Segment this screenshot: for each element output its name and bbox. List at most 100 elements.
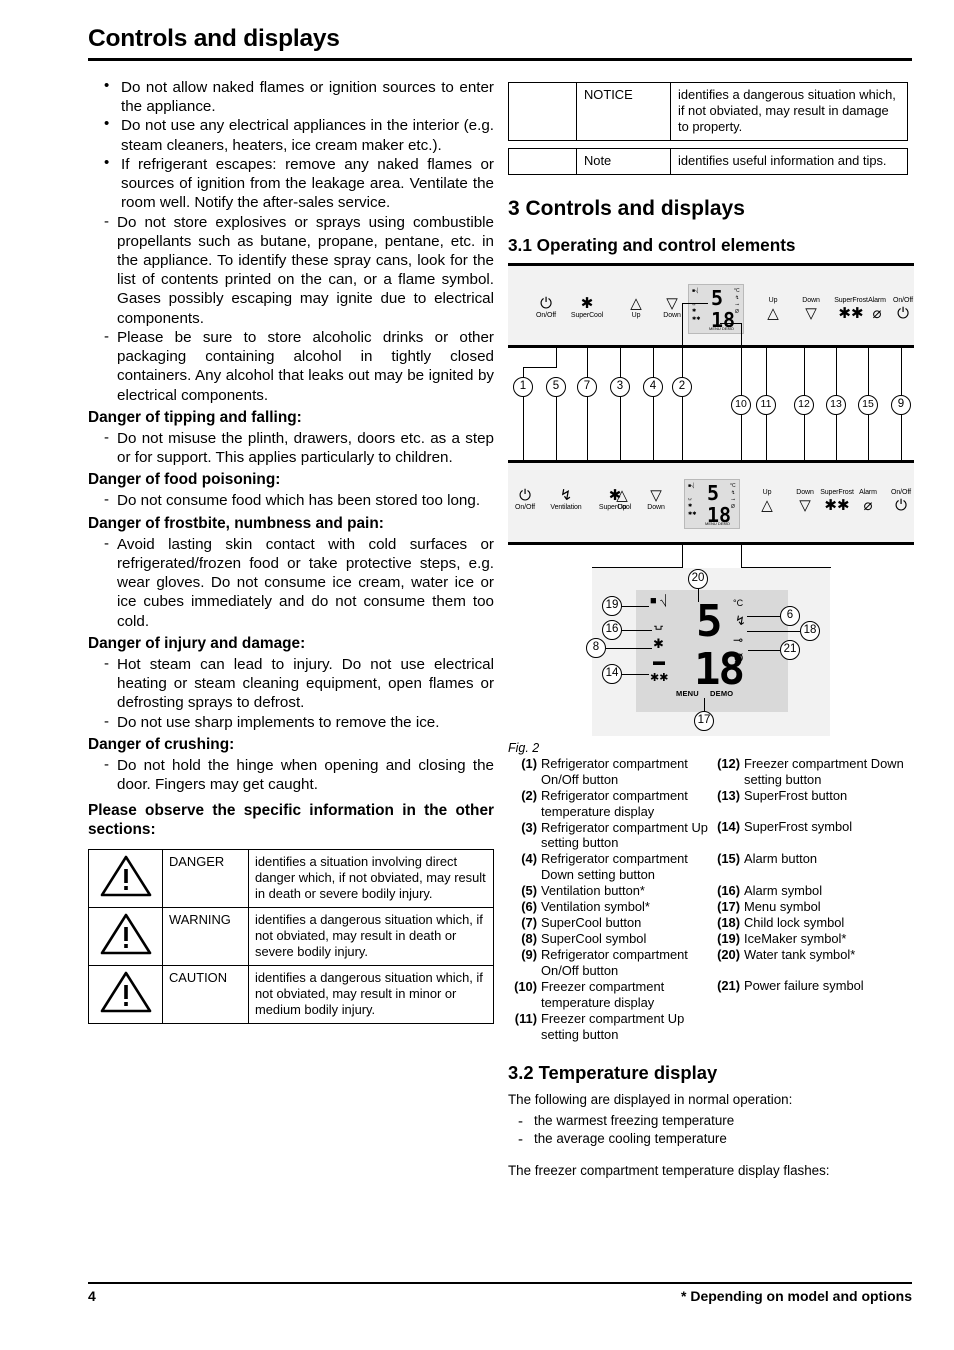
crushing-list: Do not hold the hinge when opening and c… — [88, 756, 494, 794]
legend-text: Refrigerator compartment temperature dis… — [541, 787, 688, 819]
legend-number: (11) — [514, 1010, 537, 1026]
control-panel-top: ⏻ On/Off ✱ SuperCool △ Up ▽ Down ■⎷ 5 °C… — [508, 262, 914, 348]
observe-heading: Please observe the specific information … — [88, 802, 494, 839]
legend-text: Menu symbol — [744, 898, 821, 914]
button-supercool-top[interactable]: ✱ SuperCool — [560, 296, 614, 320]
superfrost-icon: ✱✱ — [688, 510, 697, 517]
page-title: Controls and displays — [88, 25, 340, 52]
button-up-freezer-top[interactable]: Up △ — [758, 296, 788, 321]
power-icon: ⏻ — [895, 496, 907, 514]
manual-page: Controls and displays Do not allow naked… — [0, 0, 954, 1350]
legend-number: (14) — [717, 819, 740, 835]
callout-5: 5 — [546, 376, 566, 397]
legend-number: (21) — [717, 978, 740, 994]
up-triangle-icon: △ — [761, 496, 773, 514]
leader-line — [587, 396, 589, 460]
list-item: (10) Freezer compartment temperature dis… — [508, 979, 711, 1011]
legend-number: (8) — [521, 931, 537, 947]
list-item: (16) Alarm symbol — [711, 883, 914, 899]
button-up-freezer-bottom[interactable]: Up △ — [753, 488, 781, 513]
up-triangle-icon: △ — [767, 304, 779, 322]
leader-line — [748, 649, 780, 652]
right-column: NOTICE identifies a dangerous situation … — [508, 82, 914, 1183]
figure-control-panel: ⏻ On/Off ✱ SuperCool △ Up ▽ Down ■⎷ 5 °C… — [508, 262, 914, 738]
legend-number: (7) — [521, 915, 537, 931]
section-heading-frostbite: Danger of frostbite, numbness and pain: — [88, 514, 384, 532]
legend-text: Water tank symbol* — [744, 946, 856, 962]
s32-outro: The freezer compartment temperature disp… — [508, 1162, 830, 1178]
list-item: Do not hold the hinge when opening and c… — [88, 756, 494, 794]
leader-line — [620, 396, 622, 460]
legend-number: (1) — [521, 755, 537, 771]
legend-text: Freezer compartment Down setting button — [744, 755, 904, 787]
notice-description: identifies a dangerous situation which, … — [670, 82, 908, 141]
callout-1: 1 — [513, 376, 533, 397]
left-column: Do not allow naked flames or ignition so… — [88, 77, 494, 1024]
legend-number: (3) — [521, 819, 537, 835]
button-onoff-fridge-bottom[interactable]: ⏻ On/Off — [508, 488, 542, 512]
list-item: Do not use any electrical appliances in … — [88, 115, 494, 154]
note-icon-cell — [508, 147, 577, 175]
list-item: (8) SuperCool symbol — [508, 931, 711, 947]
control-label: SuperCool — [570, 311, 604, 319]
list-item: If refrigerant escapes: remove any naked… — [88, 154, 494, 213]
menu-demo-label: MENU DEMO — [709, 325, 734, 331]
control-label: Up — [768, 296, 778, 304]
legend-spacer — [711, 867, 914, 883]
button-down-fridge-bottom[interactable]: ▽ Down — [636, 488, 676, 512]
list-item: Avoid lasting skin contact with cold sur… — [88, 535, 494, 631]
section-heading-injury: Danger of injury and damage: — [88, 634, 306, 652]
injury-list: Hot steam can lead to injury. Do not use… — [88, 655, 494, 732]
list-item: (6) Ventilation symbol* — [508, 899, 711, 915]
callout-10: 10 — [731, 394, 751, 415]
legend-number: (12) — [717, 755, 740, 771]
button-alarm-bottom[interactable]: Alarm ⌀ — [850, 488, 886, 513]
callout-3: 3 — [610, 376, 630, 397]
legend-spacer — [711, 963, 914, 979]
key-icon: ⊸ — [731, 496, 736, 503]
leader-line — [868, 414, 870, 460]
legend-text: SuperCool button — [541, 915, 642, 931]
note-description: identifies useful information and tips. — [670, 147, 908, 175]
leader-line — [556, 396, 558, 460]
callout-18: 18 — [800, 620, 820, 641]
warning-description: identifies a dangerous situation which, … — [248, 907, 494, 967]
list-item: Do not consume food which has been store… — [88, 491, 494, 510]
control-label: Down — [663, 311, 681, 319]
legend-text: Ventilation button* — [541, 883, 645, 899]
list-item: the warmest freezing temperature — [508, 1112, 914, 1131]
button-onoff-freezer-bottom[interactable]: On/Off ⏻ — [884, 488, 918, 513]
s32-intro: The following are displayed in normal op… — [508, 1091, 793, 1107]
leader-line — [682, 302, 684, 387]
callout-8: 8 — [586, 637, 606, 658]
leader-line — [556, 347, 558, 368]
callout-19: 19 — [602, 595, 622, 616]
leader-line — [704, 697, 706, 711]
button-onoff-freezer-top[interactable]: On/Off ⏻ — [886, 296, 920, 321]
legend-text: SuperCool symbol — [541, 931, 647, 947]
list-item: (1) Refrigerator compartment On/Off butt… — [508, 756, 711, 788]
table-row: NOTICE identifies a dangerous situation … — [508, 82, 908, 141]
button-up-fridge-top[interactable]: △ Up — [618, 296, 654, 320]
callout-16: 16 — [602, 619, 622, 640]
leader-line — [523, 366, 557, 369]
button-up-fridge-bottom[interactable]: △ Up — [605, 488, 639, 512]
callout-13: 13 — [826, 394, 846, 415]
table-row: CAUTION identifies a dangerous situation… — [88, 965, 494, 1024]
button-down-fridge-top[interactable]: ▽ Down — [652, 296, 692, 320]
table-row: DANGER identifies a situation involving … — [88, 849, 494, 909]
control-label: Alarm — [859, 488, 877, 496]
s32-list: the warmest freezing temperature the ave… — [508, 1112, 914, 1149]
control-label: On/Off — [893, 296, 913, 304]
legend-number: (4) — [521, 851, 537, 867]
button-ventilation-bottom[interactable]: ↯ Ventilation — [539, 488, 593, 512]
footer-note: * Depending on model and options — [681, 1288, 912, 1304]
power-icon: ⏻ — [519, 486, 531, 504]
list-item: (7) SuperCool button — [508, 915, 711, 931]
warning-triangle-icon — [88, 965, 163, 1024]
frostbite-list: Avoid lasting skin contact with cold sur… — [88, 535, 494, 631]
water-tank-symbol-icon: ⎷ — [660, 594, 668, 607]
header-divider — [88, 57, 912, 61]
section-3-2-heading: 3.2 Temperature display — [508, 1061, 718, 1083]
table-row: Note identifies useful information and t… — [508, 147, 908, 175]
